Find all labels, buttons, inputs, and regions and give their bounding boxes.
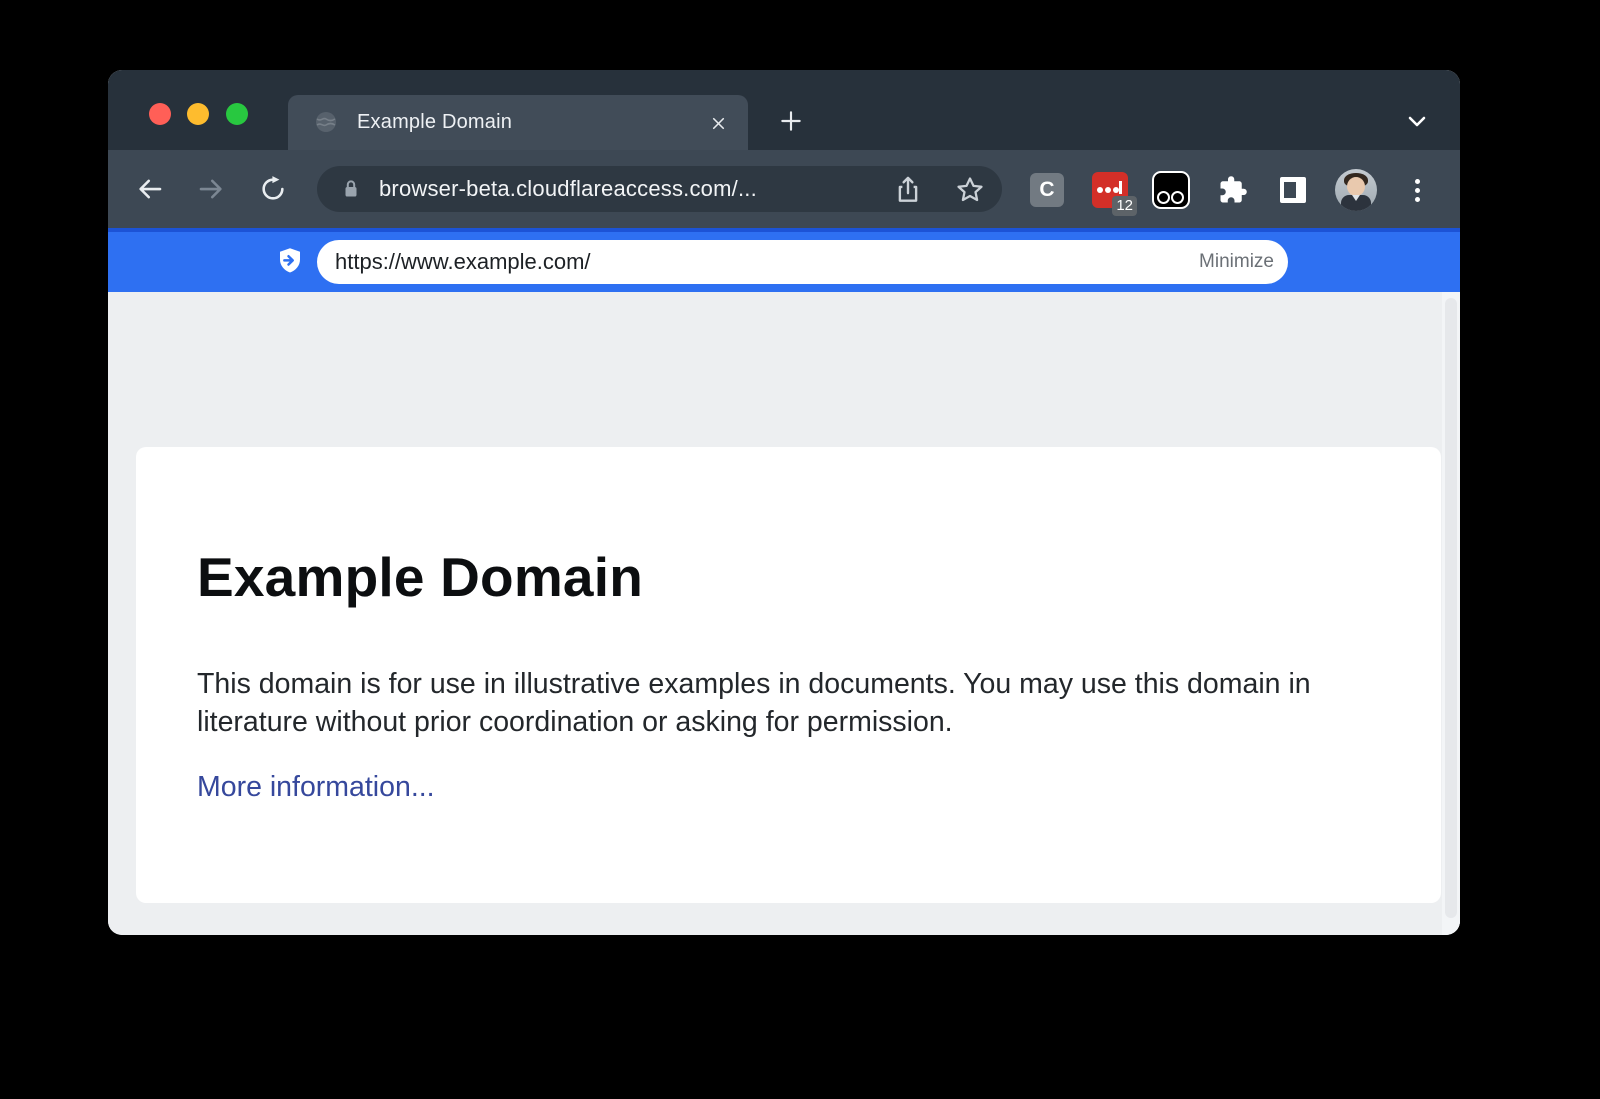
side-panel-button[interactable]: [1274, 171, 1312, 209]
side-panel-icon: [1280, 177, 1306, 203]
minimize-window-button[interactable]: [187, 103, 209, 125]
close-window-button[interactable]: [149, 103, 171, 125]
content-card: Example Domain This domain is for use in…: [136, 447, 1441, 903]
more-information-link[interactable]: More information...: [197, 771, 435, 804]
remote-url-input[interactable]: https://www.example.com/ Minimize: [317, 240, 1288, 284]
page-paragraph: This domain is for use in illustrative e…: [197, 665, 1357, 741]
scrollbar-thumb[interactable]: [1445, 298, 1457, 918]
remote-url-value: https://www.example.com/: [335, 240, 591, 284]
forward-button[interactable]: [193, 171, 229, 207]
extension-c-button[interactable]: C: [1028, 171, 1066, 209]
close-tab-icon[interactable]: [705, 110, 731, 136]
tab-example-domain[interactable]: Example Domain: [288, 95, 748, 150]
two-circles-icon: [1152, 171, 1190, 209]
reload-button[interactable]: [255, 171, 291, 207]
browser-menu-button[interactable]: [1402, 171, 1432, 209]
tab-strip: Example Domain: [108, 70, 1460, 150]
new-tab-button[interactable]: [776, 106, 806, 136]
extension-password-button[interactable]: 12: [1091, 171, 1129, 209]
page-viewport: Example Domain This domain is for use in…: [108, 292, 1460, 935]
extensions-puzzle-button[interactable]: [1214, 171, 1252, 209]
chevron-down-icon[interactable]: [1402, 108, 1432, 134]
share-icon[interactable]: [893, 175, 923, 205]
puzzle-icon: [1218, 175, 1248, 205]
scrollbar[interactable]: [1442, 292, 1460, 935]
lock-icon[interactable]: [339, 177, 363, 201]
back-button[interactable]: [132, 171, 168, 207]
zoom-window-button[interactable]: [226, 103, 248, 125]
address-url: browser-beta.cloudflareaccess.com/...: [379, 166, 757, 212]
remote-browser-banner: https://www.example.com/ Minimize: [108, 228, 1460, 292]
screenshot-canvas: Example Domain: [0, 0, 1600, 1099]
browser-toolbar: browser-beta.cloudflareaccess.com/... C: [108, 150, 1460, 228]
profile-avatar[interactable]: [1335, 169, 1377, 211]
browser-window: Example Domain: [108, 70, 1460, 935]
password-dots-icon: 12: [1092, 172, 1128, 208]
globe-icon: [314, 110, 338, 134]
shield-arrow-icon: [275, 246, 305, 276]
page-title: Example Domain: [197, 545, 643, 609]
tab-title: Example Domain: [357, 95, 512, 150]
extension-c-label: C: [1030, 173, 1064, 207]
minimize-banner-button[interactable]: Minimize: [1199, 240, 1274, 284]
address-bar[interactable]: browser-beta.cloudflareaccess.com/...: [317, 166, 1002, 212]
star-icon[interactable]: [955, 175, 985, 205]
extension-dark-button[interactable]: [1152, 171, 1190, 209]
extension-badge: 12: [1112, 196, 1137, 216]
